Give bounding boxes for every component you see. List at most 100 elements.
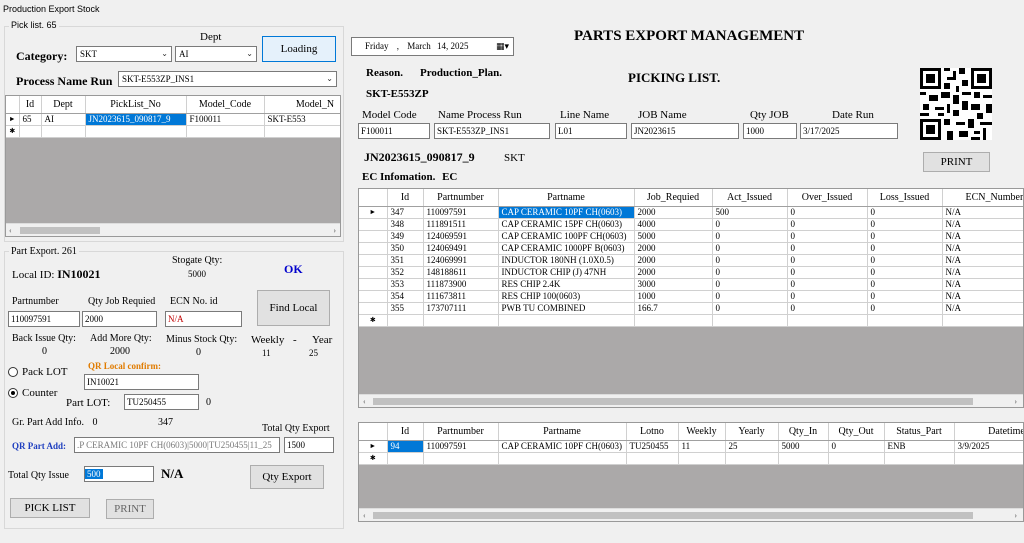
cell[interactable]: RES CHIP 2.4K [498,278,635,291]
cell[interactable]: 166.7 [634,302,713,315]
cell[interactable]: 25 [725,440,779,453]
cell[interactable]: N/A [942,266,1023,279]
table-row[interactable]: 353 111873900 RES CHIP 2.4K 3000 0 0 0 N/A [359,278,1023,291]
name-process-field[interactable]: SKT-E553ZP_INS1 [434,123,550,139]
cell[interactable]: N/A [942,218,1023,231]
part-lot-field[interactable]: TU250455 [124,394,199,410]
cell[interactable]: CAP CERAMIC 15PF CH(0603) [498,218,635,231]
col-qty-out[interactable]: Qty_Out [828,423,885,441]
cell[interactable]: 0 [867,266,943,279]
scroll-left-icon[interactable]: ‹ [363,395,366,407]
col-act-issued[interactable]: Act_Issued [712,189,788,207]
counter-label[interactable]: Counter [22,387,57,399]
cell[interactable]: 0 [867,254,943,267]
total-qty-export-field[interactable]: 1500 [284,437,334,453]
cell[interactable]: 0 [787,302,868,315]
cell[interactable]: CAP CERAMIC 10PF CH(0603) [498,440,627,453]
cell[interactable]: 0 [867,218,943,231]
cell[interactable]: 0 [712,302,788,315]
cell[interactable]: F100011 [186,113,265,126]
col-model-code[interactable]: Model_Code [186,96,265,114]
cell[interactable]: AI [41,113,86,126]
cell[interactable]: 94 [387,440,424,453]
print-button-left[interactable]: PRINT [106,499,154,519]
ecn-field[interactable]: N/A [165,311,242,327]
cell[interactable]: 1000 [634,290,713,303]
new-row[interactable]: ✱ [6,125,340,138]
cell[interactable]: 0 [712,278,788,291]
col-picklist-no[interactable]: PickList_No [85,96,187,114]
cell[interactable]: 124069991 [423,254,499,267]
table-row[interactable]: 351 124069991 INDUCTOR 180NH (1.0X0.5) 2000… [359,254,1023,267]
date-picker[interactable]: Friday , March 14, 2025 ▦▾ [351,37,514,56]
cell[interactable]: 0 [712,254,788,267]
col-id[interactable]: Id [387,189,424,207]
pack-lot-label[interactable]: Pack LOT [22,366,68,378]
table-row[interactable]: ► 347 110097591 CAP CERAMIC 10PF CH(0603) 20… [359,206,1023,219]
qr-local-field[interactable]: IN10021 [84,374,199,390]
line-name-field[interactable]: L01 [555,123,627,139]
cell[interactable]: 11 [678,440,726,453]
cell[interactable]: 2000 [634,242,713,255]
table-row[interactable]: 350 124069491 CAP CERAMIC 1000PF B(0603) 20… [359,242,1023,255]
cell[interactable]: 0 [867,206,943,219]
cell[interactable]: ENB [884,440,955,453]
table-row[interactable]: ► 65 AI JN2023615_090817_9 F100011 SKT-E… [6,113,340,126]
cell[interactable]: RES CHIP 100(0603) [498,290,635,303]
cell[interactable]: 0 [867,290,943,303]
ec-info-grid[interactable]: Id Partnumber Partname Job_Requied Act_I… [358,188,1024,408]
cell[interactable]: N/A [942,230,1023,243]
cell[interactable]: 0 [867,230,943,243]
cell[interactable]: 349 [387,230,424,243]
col-loss-issued[interactable]: Loss_Issued [867,189,943,207]
cell[interactable]: 355 [387,302,424,315]
cell[interactable]: 352 [387,266,424,279]
cell[interactable]: N/A [942,278,1023,291]
col-dept[interactable]: Dept [41,96,86,114]
process-name-select[interactable]: SKT-E553ZP_INS1 ⌄ [118,71,337,87]
cell[interactable]: 111673811 [423,290,499,303]
cell[interactable]: 500 [712,206,788,219]
qty-job-field[interactable]: 2000 [82,311,157,327]
cell[interactable]: N/A [942,242,1023,255]
cell[interactable]: 110097591 [423,206,499,219]
lot-grid-hscroll[interactable]: ‹ › [359,508,1023,521]
scroll-right-icon[interactable]: › [333,224,336,236]
new-row[interactable]: ✱ [359,452,1023,465]
cell[interactable]: 0 [712,230,788,243]
print-button-right[interactable]: PRINT [923,152,990,172]
cell[interactable]: 348 [387,218,424,231]
qty-export-button[interactable]: Qty Export [250,465,324,489]
job-name-field[interactable]: JN2023615 [631,123,739,139]
cell[interactable]: 0 [867,242,943,255]
table-row[interactable]: 349 124069591 CAP CERAMIC 100PF CH(0603) 50… [359,230,1023,243]
col-qty-in[interactable]: Qty_In [778,423,829,441]
col-over-issued[interactable]: Over_Issued [787,189,868,207]
cell[interactable]: 0 [787,206,868,219]
cell[interactable]: 0 [712,290,788,303]
scroll-left-icon[interactable]: ‹ [9,224,12,236]
cell[interactable]: 0 [712,218,788,231]
cell[interactable]: PWB TU COMBINED [498,302,635,315]
table-row[interactable]: 348 111891511 CAP CERAMIC 15PF CH(0603) 400… [359,218,1023,231]
cell[interactable]: N/A [942,302,1023,315]
cell[interactable]: 111891511 [423,218,499,231]
cell[interactable]: 0 [787,230,868,243]
dept-select[interactable]: AI ⌄ [175,46,257,62]
cell[interactable]: 353 [387,278,424,291]
loading-button[interactable]: Loading [262,36,336,62]
col-yearly[interactable]: Yearly [725,423,779,441]
scroll-thumb[interactable] [373,512,973,519]
calendar-icon[interactable]: ▦▾ [496,38,509,55]
cell[interactable]: 0 [828,440,885,453]
col-model-name[interactable]: Model_N [264,96,340,114]
cell[interactable]: 148188611 [423,266,499,279]
scroll-right-icon[interactable]: › [1014,395,1017,407]
cell[interactable]: N/A [942,290,1023,303]
find-local-button[interactable]: Find Local [257,290,330,326]
cell[interactable]: SKT-E553 [264,113,340,126]
cell[interactable]: 5000 [634,230,713,243]
col-lotno[interactable]: Lotno [626,423,679,441]
pick-grid-hscroll[interactable]: ‹ › [6,223,340,236]
col-partnumber[interactable]: Partnumber [423,423,499,441]
